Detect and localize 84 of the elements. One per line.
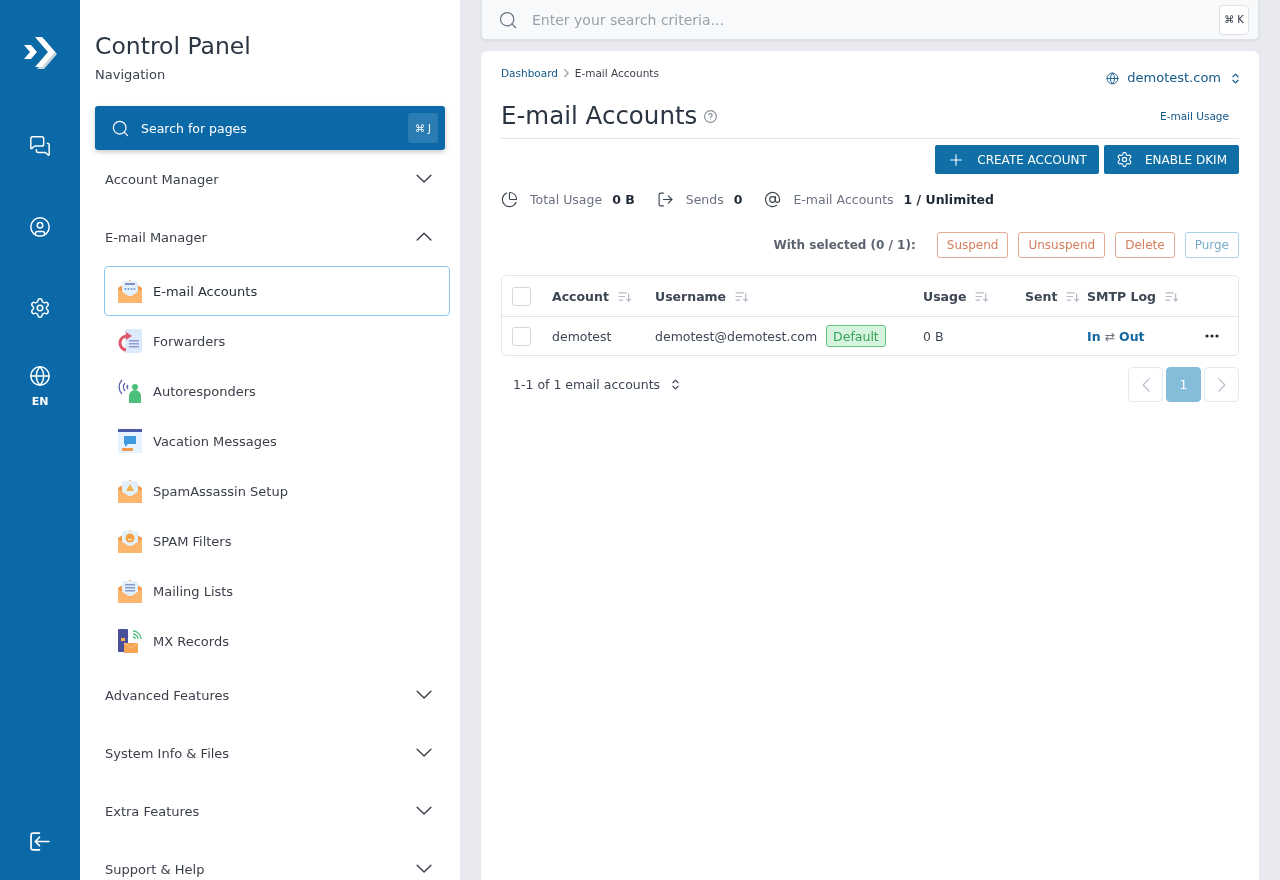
shortcut-key: ⌘ J <box>408 113 438 143</box>
pagination-summary: 1-1 of 1 email accounts <box>513 377 661 392</box>
log-in-link[interactable]: In <box>1087 328 1101 344</box>
enable-dkim-button[interactable]: ENABLE DKIM <box>1103 145 1239 174</box>
table-cell: 0 B <box>923 328 944 344</box>
status-badge: Default <box>826 325 886 347</box>
create-account-button[interactable]: CREATE ACCOUNT <box>935 145 1099 174</box>
window-chat-icon <box>117 428 143 454</box>
sort-icon <box>735 290 749 302</box>
nav-item[interactable]: E-mail Accounts <box>104 266 450 316</box>
globe-icon <box>1106 71 1120 85</box>
nav-section-header[interactable]: Extra Features <box>95 782 445 840</box>
chevron-right-icon <box>563 68 569 78</box>
page-title: E-mail Accounts <box>501 101 698 131</box>
pie-chart-icon <box>501 190 518 208</box>
nav-item[interactable]: Mailing Lists <box>104 566 450 616</box>
row-checkbox[interactable] <box>512 326 531 346</box>
nav-item[interactable]: Vacation Messages <box>104 416 450 466</box>
help-icon[interactable] <box>704 109 718 123</box>
log-out-link[interactable]: Out <box>1119 328 1145 344</box>
column-header[interactable]: SMTP Log <box>1087 288 1178 304</box>
at-sign-icon <box>764 190 782 208</box>
settings-icon[interactable] <box>29 296 51 319</box>
chevron-left-icon <box>1141 377 1150 392</box>
nav-section-header[interactable]: Advanced Features <box>95 666 445 724</box>
nav-item[interactable]: SPAM Filters <box>104 516 450 566</box>
document-arrow-icon <box>117 328 143 354</box>
search-field[interactable]: Enter your search criteria... <box>532 4 1205 35</box>
nav-section-header[interactable]: Support & Help <box>95 840 445 880</box>
nav-section-header[interactable]: System Info & Files <box>95 724 445 782</box>
column-header[interactable]: Sent <box>1025 288 1080 304</box>
table-cell: demotest <box>552 328 612 344</box>
up-down-icon[interactable] <box>672 379 680 390</box>
usage-link[interactable]: E-mail Usage <box>1160 110 1229 122</box>
globe-icon <box>29 365 51 387</box>
stat-value: 0 <box>733 191 743 207</box>
chat-icon[interactable] <box>29 134 51 157</box>
stat-value: 0 B <box>612 191 635 207</box>
envelope-smiley-icon <box>117 528 143 554</box>
select-all-checkbox[interactable] <box>512 286 531 306</box>
column-header[interactable]: Username <box>655 288 749 304</box>
search-icon <box>111 118 130 138</box>
row-menu-button[interactable] <box>1205 334 1219 338</box>
stat-label: Total Usage <box>530 191 603 207</box>
column-header[interactable]: Account <box>552 288 631 304</box>
envelope-warning-icon <box>117 478 143 504</box>
column-header[interactable]: Usage <box>923 288 989 304</box>
logout-icon[interactable] <box>30 832 50 852</box>
panel-title: Control Panel <box>95 32 251 60</box>
envelope-list-icon <box>117 578 143 604</box>
bulk-label: With selected (0 / 1): <box>773 238 916 252</box>
nav-item[interactable]: SpamAssassin Setup <box>104 466 450 516</box>
breadcrumb-current: E-mail Accounts <box>574 67 659 79</box>
nav-section-header[interactable]: Account Manager <box>95 150 445 208</box>
domain-select[interactable]: demotest.com <box>1106 69 1239 87</box>
nav-item[interactable]: Autoresponders <box>104 366 450 416</box>
sort-icon <box>1066 290 1080 302</box>
more-icon <box>1205 334 1219 338</box>
panel-subtitle: Navigation <box>95 66 166 84</box>
stat-value: 1 / Unlimited <box>903 191 994 207</box>
search-bar[interactable]: Enter your search criteria... ⌘ K <box>481 0 1259 40</box>
shortcut-key: ⌘ K <box>1219 4 1249 35</box>
logo-icon <box>23 34 57 71</box>
up-down-icon <box>1232 72 1239 84</box>
nav-section-header[interactable]: E-mail Manager <box>95 208 445 266</box>
chevron-right-icon <box>1217 377 1226 392</box>
language-button[interactable]: EN <box>29 365 51 408</box>
table-cell: demotest@demotest.com <box>655 328 818 344</box>
stat-label: Sends <box>685 191 724 207</box>
stat-label: E-mail Accounts <box>793 191 894 207</box>
arrows-separator: ⇄ <box>1104 328 1116 344</box>
settings-icon <box>1115 151 1133 168</box>
search-icon <box>498 9 518 30</box>
page-search-button[interactable]: Search for pages ⌘ J <box>95 106 445 150</box>
nav-item[interactable]: Forwarders <box>104 316 450 366</box>
sort-icon <box>1165 290 1178 302</box>
breadcrumb-link[interactable]: Dashboard <box>501 67 558 79</box>
nav-item[interactable]: MX Records <box>104 616 450 666</box>
sort-icon <box>617 290 631 302</box>
user-icon[interactable] <box>29 215 51 238</box>
person-signal-icon <box>117 378 143 404</box>
sort-icon <box>975 290 989 302</box>
server-envelope-icon <box>117 628 143 654</box>
envelope-letter-icon <box>117 278 143 304</box>
